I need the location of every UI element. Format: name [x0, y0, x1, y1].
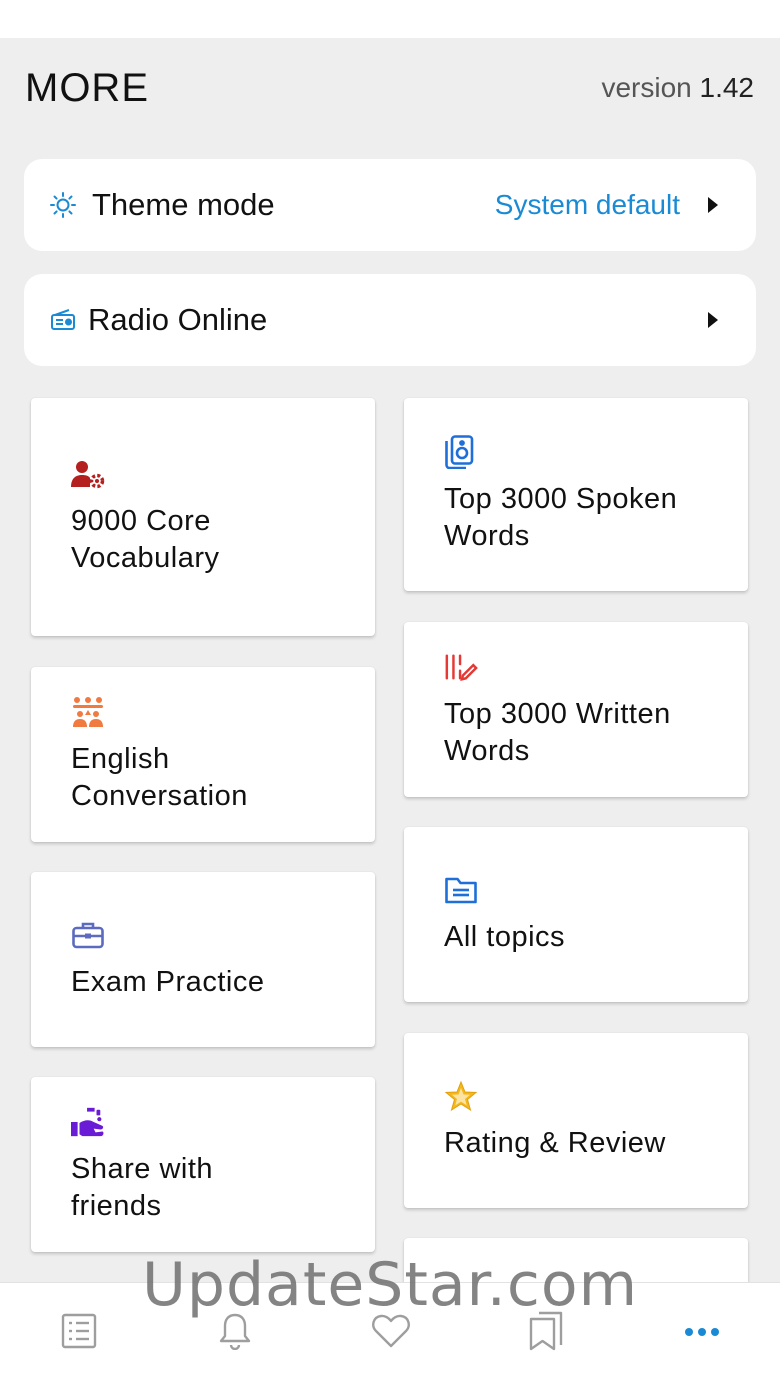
tile-label: Top 3000 Spoken Words	[444, 482, 678, 552]
version-label: version 1.42	[601, 72, 754, 104]
user-gear-icon	[71, 457, 105, 491]
radio-online-row[interactable]: Radio Online	[24, 274, 756, 366]
version-prefix: version	[601, 72, 700, 103]
watermark: UpdateStar.com	[141, 1250, 639, 1320]
tile-label: 9000 Core Vocabulary	[71, 505, 220, 574]
tile-top-3000-written-words[interactable]: Top 3000 Written Words	[404, 622, 748, 797]
tile-label: Top 3000 Written Words	[444, 697, 671, 767]
tile-label: All topics	[444, 921, 566, 953]
sun-icon	[48, 190, 78, 220]
folder-icon	[444, 873, 478, 907]
tile-all-topics[interactable]: All topics	[404, 827, 748, 1002]
more-icon	[684, 1324, 720, 1342]
briefcase-icon	[71, 918, 105, 952]
tile-exam-practice[interactable]: Exam Practice	[31, 872, 375, 1047]
tile-label: Share with friends	[71, 1152, 214, 1222]
tile-top-3000-spoken-words[interactable]: Top 3000 Spoken Words	[404, 398, 748, 591]
group-icon	[71, 695, 105, 729]
tile-share-with-friends[interactable]: Share with friends	[31, 1077, 375, 1252]
pencil-book-icon	[444, 650, 478, 684]
more-screen: MORE version 1.42 Theme mode System defa…	[0, 38, 780, 1282]
chevron-right-icon	[708, 197, 718, 213]
speaker-icon	[444, 434, 478, 469]
page-title: MORE	[25, 66, 149, 110]
tile-label: English Conversation	[71, 742, 248, 812]
tile-9000-core-vocabulary[interactable]: 9000 Core Vocabulary	[31, 398, 375, 636]
tile-label: Rating & Review	[444, 1127, 666, 1159]
radio-online-label: Radio Online	[88, 302, 268, 337]
tile-english-conversation[interactable]: English Conversation	[31, 667, 375, 842]
share-hand-icon	[71, 1105, 105, 1139]
theme-mode-row[interactable]: Theme mode System default	[24, 159, 756, 251]
tile-label: Exam Practice	[71, 966, 265, 998]
tile-rating-review[interactable]: Rating & Review	[404, 1033, 748, 1208]
theme-mode-value: System default	[494, 189, 680, 220]
chevron-right-icon	[708, 312, 718, 328]
theme-mode-label: Theme mode	[92, 187, 275, 222]
status-bar	[0, 0, 780, 38]
version-number: 1.42	[699, 72, 755, 103]
star-icon	[444, 1079, 478, 1113]
radio-icon	[48, 305, 78, 335]
